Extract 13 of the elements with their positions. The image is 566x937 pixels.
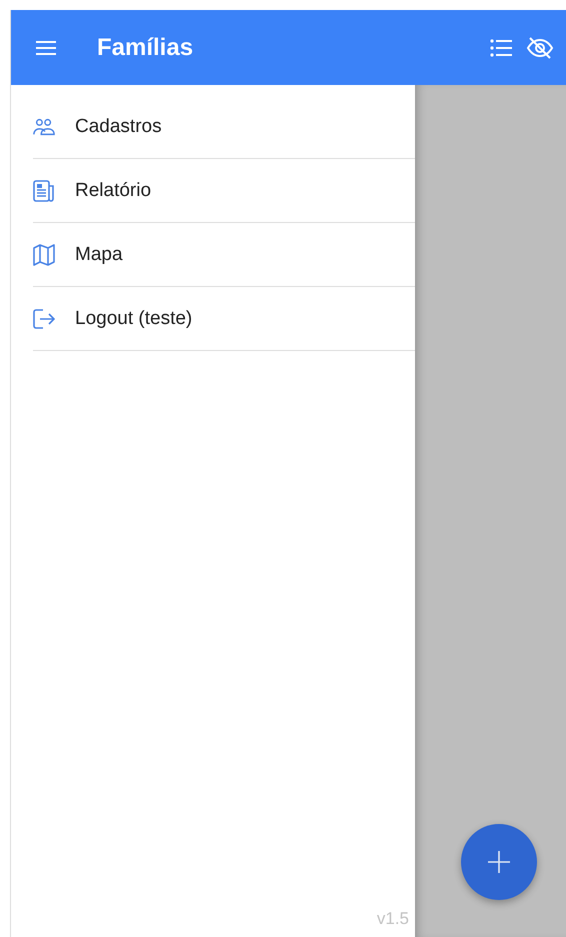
drawer-item[interactable]: Mapa — [33, 223, 415, 287]
list-icon[interactable] — [490, 38, 512, 56]
eye-off-icon[interactable] — [526, 36, 554, 60]
add-button[interactable] — [461, 824, 537, 900]
people-icon — [33, 116, 55, 136]
version-label: v1.5 — [376, 909, 409, 929]
map-icon — [33, 244, 55, 266]
menu-icon[interactable] — [36, 40, 56, 54]
plus-icon — [487, 850, 511, 874]
newspaper-icon — [33, 180, 55, 202]
logout-icon — [33, 308, 55, 328]
app-title: Famílias — [97, 34, 194, 62]
drawer-item[interactable]: Relatório — [33, 159, 415, 223]
